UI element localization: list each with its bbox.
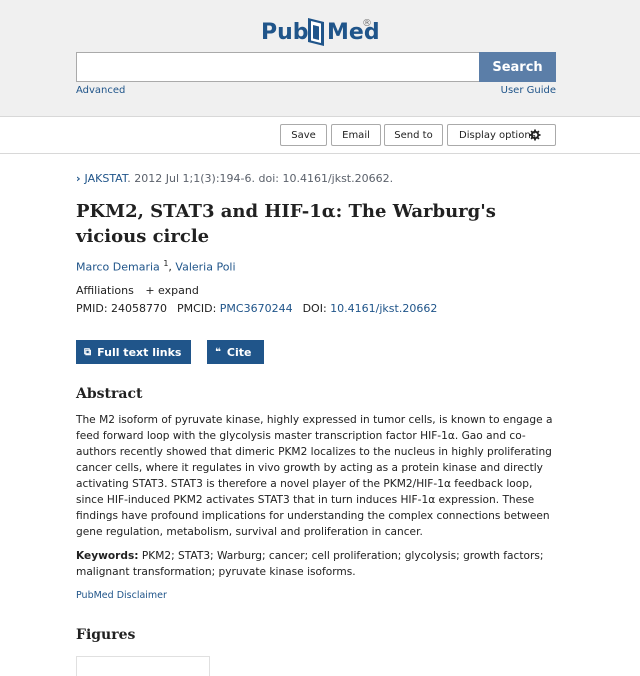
pubmed-logo[interactable]: Pub Med ® — [259, 14, 399, 54]
search-input[interactable] — [76, 52, 480, 82]
article-identifiers: PMID: 24058770 PMCID: PMC3670244 DOI: 10.4… — [76, 302, 437, 315]
cite-button[interactable]: ❝ Cite — [207, 340, 264, 364]
journal-link[interactable]: JAKSTAT — [85, 172, 128, 185]
send-to-button[interactable]: Send to — [384, 124, 443, 146]
citation-text: . 2012 Jul 1;1(3):194-6. doi: 10.4161/jk… — [127, 172, 394, 185]
chevron-right-icon[interactable]: › — [76, 172, 81, 185]
author-link[interactable]: Valeria Poli — [175, 261, 235, 274]
advanced-search-link[interactable]: Advanced — [76, 85, 125, 96]
site-header: Pub Med ® Search Advanced User Guide — [0, 0, 640, 117]
book-icon — [308, 18, 324, 46]
article-title: PKM2, STAT3 and HIF-1α: The Warburg's vi… — [76, 201, 496, 247]
journal-citation: › JAKSTAT. 2012 Jul 1;1(3):194-6. doi: 10… — [76, 172, 393, 185]
cite-label: Cite — [226, 345, 252, 359]
search-button[interactable]: Search — [479, 52, 556, 82]
email-button[interactable]: Email — [331, 124, 381, 146]
save-button[interactable]: Save — [280, 124, 327, 146]
figure-thumbnail[interactable] — [76, 656, 210, 676]
full-text-label: Full text links — [97, 345, 182, 359]
external-link-icon: ⧉ — [84, 346, 92, 358]
abstract-heading: Abstract — [76, 386, 143, 402]
pmcid-label: PMCID: — [177, 302, 217, 315]
pmid-value: 24058770 — [111, 302, 168, 315]
article-toolbar: Save Email Send to Display options — [0, 117, 640, 154]
display-options-button[interactable]: Display options — [447, 124, 556, 146]
expand-affiliations-button[interactable]: + expand — [145, 284, 198, 297]
user-guide-link[interactable]: User Guide — [501, 85, 556, 96]
plus-icon: + — [145, 284, 159, 297]
author-link[interactable]: Marco Demaria — [76, 261, 160, 274]
pmcid-link[interactable]: PMC3670244 — [220, 302, 293, 315]
figures-heading: Figures — [76, 627, 136, 643]
keywords: Keywords: PKM2; STAT3; Warburg; cancer; … — [76, 548, 562, 580]
registered-mark: ® — [362, 18, 372, 29]
display-options-label: Display options — [459, 129, 536, 141]
affiliations-label: Affiliations — [76, 284, 134, 297]
abstract-text: The M2 isoform of pyruvate kinase, highl… — [76, 414, 553, 538]
pubmed-disclaimer-link[interactable]: PubMed Disclaimer — [76, 590, 167, 601]
expand-label: expand — [158, 284, 199, 297]
doi-link[interactable]: 10.4161/jkst.20662 — [330, 302, 437, 315]
doi-label: DOI: — [302, 302, 327, 315]
quote-icon: ❝ — [215, 346, 221, 358]
author-list: Marco Demaria 1, Valeria Poli — [76, 259, 236, 274]
logo-pub-text: Pub — [261, 20, 309, 45]
pmid-label: PMID: — [76, 302, 108, 315]
keywords-text: PKM2; STAT3; Warburg; cancer; cell proli… — [76, 550, 544, 578]
gear-icon — [529, 129, 541, 141]
affiliations-row: Affiliations + expand — [76, 284, 199, 297]
keywords-label: Keywords: — [76, 550, 139, 562]
full-text-links-button[interactable]: ⧉ Full text links — [76, 340, 191, 364]
